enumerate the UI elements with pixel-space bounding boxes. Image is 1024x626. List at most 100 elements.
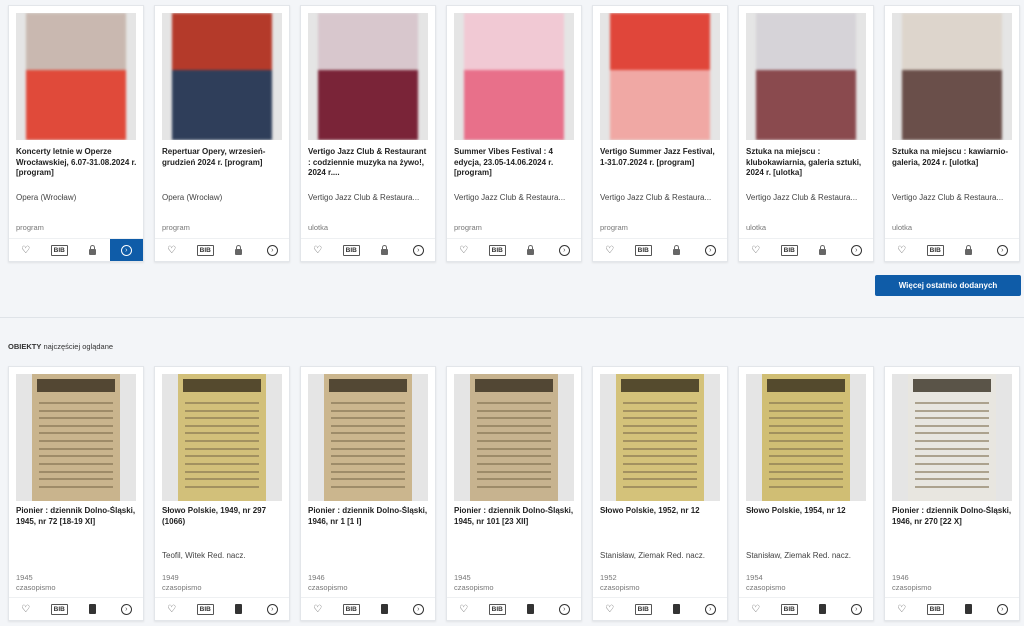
access-button[interactable] [222, 239, 256, 261]
open-button[interactable]: › [256, 239, 290, 261]
favorite-button[interactable]: ♡ [9, 598, 43, 620]
open-button[interactable]: › [109, 239, 143, 261]
favorite-button[interactable]: ♡ [885, 239, 919, 261]
favorite-button[interactable]: ♡ [739, 598, 773, 620]
document-button[interactable] [806, 598, 840, 620]
open-button[interactable]: › [694, 598, 728, 620]
bib-button[interactable]: BIB [481, 239, 515, 261]
favorite-button[interactable]: ♡ [301, 239, 335, 261]
more-recent-button[interactable]: Więcej ostatnio dodanych [875, 275, 1021, 296]
viewed-card[interactable]: Pionier : dziennik Dolno-Śląski, 1945, n… [446, 366, 582, 621]
access-button[interactable] [368, 239, 402, 261]
viewed-card[interactable]: Słowo Polskie, 1954, nr 12 Stanisław, Zie… [738, 366, 874, 621]
item-thumbnail[interactable] [746, 13, 866, 140]
favorite-button[interactable]: ♡ [155, 598, 189, 620]
favorite-button[interactable]: ♡ [301, 598, 335, 620]
item-title[interactable]: Summer Vibes Festival : 4 edycja, 23.05-… [454, 147, 576, 189]
viewed-card[interactable]: Słowo Polskie, 1949, nr 297 (1066) Teofil… [154, 366, 290, 621]
viewed-card[interactable]: Słowo Polskie, 1952, nr 12 Stanisław, Zie… [592, 366, 728, 621]
item-thumbnail[interactable] [600, 374, 720, 501]
recent-card[interactable]: Vertigo Jazz Club & Restaurant : codzien… [300, 5, 436, 262]
bib-button[interactable]: BIB [189, 598, 223, 620]
open-button[interactable]: › [402, 239, 436, 261]
bib-button[interactable]: BIB [335, 598, 369, 620]
item-thumbnail[interactable] [892, 13, 1012, 140]
bib-button[interactable]: BIB [627, 598, 661, 620]
open-button[interactable]: › [986, 239, 1020, 261]
item-title[interactable]: Słowo Polskie, 1949, nr 297 (1066) [162, 506, 284, 538]
viewed-card[interactable]: Pionier : dziennik Dolno-Śląski, 1945, n… [8, 366, 144, 621]
item-thumbnail[interactable] [746, 374, 866, 501]
item-title[interactable]: Sztuka na miejscu : klubokawiarnia, gale… [746, 147, 868, 189]
document-button[interactable] [514, 598, 548, 620]
bib-button[interactable]: BIB [627, 239, 661, 261]
open-button[interactable]: › [548, 239, 582, 261]
favorite-button[interactable]: ♡ [593, 598, 627, 620]
document-button[interactable] [952, 598, 986, 620]
bib-button[interactable]: BIB [335, 239, 369, 261]
item-thumbnail[interactable] [16, 374, 136, 501]
item-thumbnail[interactable] [162, 13, 282, 140]
item-title[interactable]: Słowo Polskie, 1952, nr 12 [600, 506, 722, 538]
item-title[interactable]: Słowo Polskie, 1954, nr 12 [746, 506, 868, 538]
open-button[interactable]: › [110, 598, 144, 620]
item-title[interactable]: Pionier : dziennik Dolno-Śląski, 1946, n… [892, 506, 1014, 538]
bib-button[interactable]: BIB [43, 598, 77, 620]
bib-button[interactable]: BIB [919, 598, 953, 620]
access-button[interactable] [514, 239, 548, 261]
favorite-button[interactable]: ♡ [447, 239, 481, 261]
item-thumbnail[interactable] [600, 13, 720, 140]
favorite-button[interactable]: ♡ [885, 598, 919, 620]
item-title[interactable]: Pionier : dziennik Dolno-Śląski, 1945, n… [454, 506, 576, 538]
item-thumbnail[interactable] [162, 374, 282, 501]
bib-button[interactable]: BIB [43, 239, 77, 261]
bib-button[interactable]: BIB [189, 239, 223, 261]
recent-card[interactable]: Sztuka na miejscu : kawiarnio-galeria, 2… [884, 5, 1020, 262]
access-button[interactable] [76, 239, 110, 261]
bib-button[interactable]: BIB [773, 239, 807, 261]
access-button[interactable] [806, 239, 840, 261]
open-button[interactable]: › [986, 598, 1020, 620]
recent-card[interactable]: Summer Vibes Festival : 4 edycja, 23.05-… [446, 5, 582, 262]
open-button[interactable]: › [840, 598, 874, 620]
open-button[interactable]: › [548, 598, 582, 620]
open-button[interactable]: › [402, 598, 436, 620]
open-button[interactable]: › [694, 239, 728, 261]
item-thumbnail[interactable] [16, 13, 136, 140]
favorite-button[interactable]: ♡ [9, 239, 43, 261]
item-title[interactable]: Vertigo Summer Jazz Festival, 1-31.07.20… [600, 147, 722, 189]
item-title[interactable]: Pionier : dziennik Dolno-Śląski, 1945, n… [16, 506, 138, 538]
access-button[interactable] [660, 239, 694, 261]
item-title[interactable]: Vertigo Jazz Club & Restaurant : codzien… [308, 147, 430, 189]
item-title[interactable]: Repertuar Opery, wrzesień-grudzień 2024 … [162, 147, 284, 189]
open-button[interactable]: › [256, 598, 290, 620]
favorite-button[interactable]: ♡ [593, 239, 627, 261]
document-button[interactable] [76, 598, 110, 620]
item-title[interactable]: Koncerty letnie w Operze Wrocławskiej, 6… [16, 147, 138, 189]
item-thumbnail[interactable] [308, 13, 428, 140]
open-button[interactable]: › [840, 239, 874, 261]
viewed-card[interactable]: Pionier : dziennik Dolno-Śląski, 1946, n… [300, 366, 436, 621]
favorite-button[interactable]: ♡ [447, 598, 481, 620]
bib-button[interactable]: BIB [481, 598, 515, 620]
recent-card[interactable]: Repertuar Opery, wrzesień-grudzień 2024 … [154, 5, 290, 262]
item-thumbnail[interactable] [308, 374, 428, 501]
document-button[interactable] [222, 598, 256, 620]
recent-card[interactable]: Sztuka na miejscu : klubokawiarnia, gale… [738, 5, 874, 262]
viewed-card[interactable]: Pionier : dziennik Dolno-Śląski, 1946, n… [884, 366, 1020, 621]
document-button[interactable] [368, 598, 402, 620]
bib-button[interactable]: BIB [773, 598, 807, 620]
item-title[interactable]: Sztuka na miejscu : kawiarnio-galeria, 2… [892, 147, 1014, 189]
recent-card[interactable]: Koncerty letnie w Operze Wrocławskiej, 6… [8, 5, 144, 262]
recent-card[interactable]: Vertigo Summer Jazz Festival, 1-31.07.20… [592, 5, 728, 262]
masthead [767, 379, 845, 392]
item-title[interactable]: Pionier : dziennik Dolno-Śląski, 1946, n… [308, 506, 430, 538]
item-thumbnail[interactable] [892, 374, 1012, 501]
item-thumbnail[interactable] [454, 13, 574, 140]
favorite-button[interactable]: ♡ [739, 239, 773, 261]
access-button[interactable] [952, 239, 986, 261]
item-thumbnail[interactable] [454, 374, 574, 501]
favorite-button[interactable]: ♡ [155, 239, 189, 261]
document-button[interactable] [660, 598, 694, 620]
bib-button[interactable]: BIB [919, 239, 953, 261]
